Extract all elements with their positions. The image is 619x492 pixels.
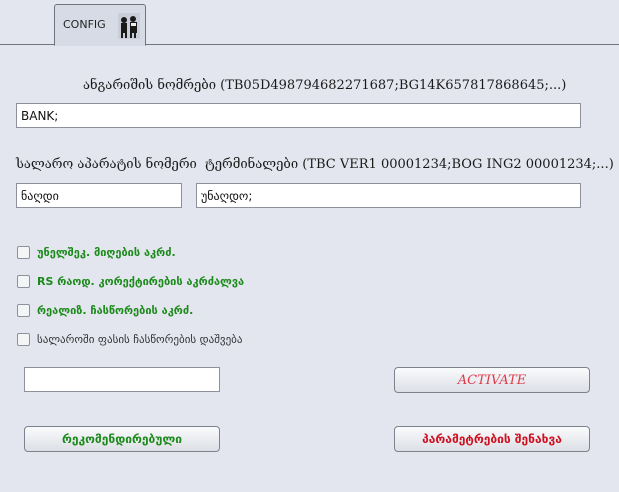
option-label: რეალიზ. ჩასწორების აკრძ.	[37, 303, 194, 317]
activate-button[interactable]: ACTIVATE	[394, 367, 590, 393]
option-checkbox[interactable]	[17, 245, 30, 259]
tab-config-label: CONFIG	[63, 18, 106, 31]
cash-register-input[interactable]	[16, 183, 182, 208]
cash-register-label: სალარო აპარატის ნომერი	[16, 157, 197, 172]
account-numbers-label: ანგარიშის ნომრები (TB05D498794682271687;…	[83, 78, 567, 93]
save-params-button[interactable]: პარამეტრების შენახვა	[394, 426, 590, 452]
recommended-button[interactable]: რეკომენდირებული	[24, 426, 220, 452]
tab-config[interactable]: CONFIG	[54, 4, 146, 46]
option-checkbox[interactable]	[17, 332, 30, 346]
option-label: RS რაოდ. კორექტირების აკრძალვა	[37, 274, 245, 288]
option-label: სალაროში ფასის ჩასწორების დაშვება	[37, 332, 243, 346]
option-row[interactable]: რეალიზ. ჩასწორების აკრძ.	[17, 302, 193, 318]
option-row[interactable]: სალაროში ფასის ჩასწორების დაშვება	[17, 331, 242, 347]
terminals-label: ტერმინალები (TBC VER1 00001234;BOG ING2 …	[205, 157, 614, 172]
terminals-input[interactable]	[196, 183, 581, 208]
option-checkbox[interactable]	[17, 274, 30, 288]
option-row[interactable]: უნელშეკ. მიღების აკრძ.	[17, 244, 176, 260]
account-numbers-input[interactable]	[16, 103, 581, 128]
activation-code-input[interactable]	[24, 367, 220, 392]
tab-bar: CONFIG	[0, 0, 619, 46]
people-icon	[118, 13, 140, 39]
option-label: უნელშეკ. მიღების აკრძ.	[37, 245, 176, 259]
option-checkbox[interactable]	[17, 303, 30, 317]
option-row[interactable]: RS რაოდ. კორექტირების აკრძალვა	[17, 273, 244, 289]
